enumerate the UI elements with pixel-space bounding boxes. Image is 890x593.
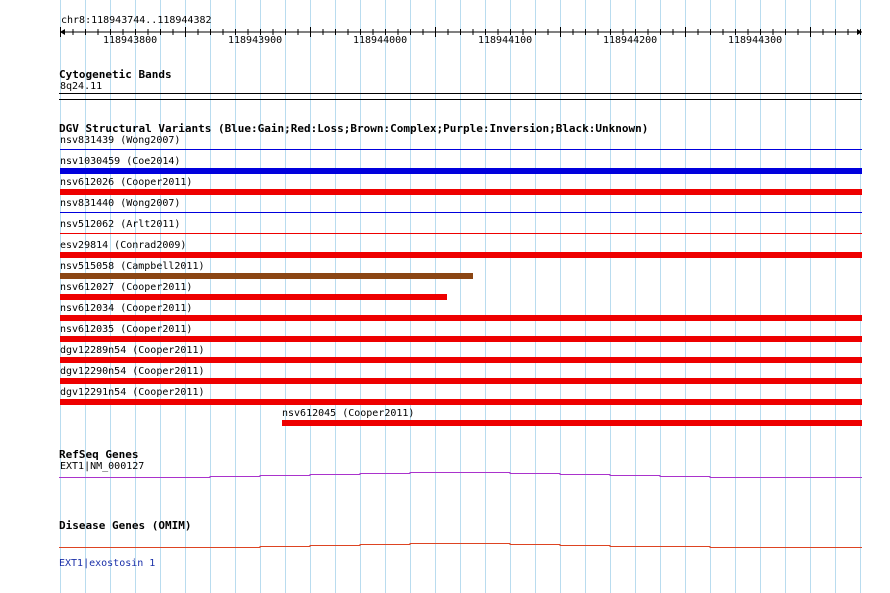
variant-bar-loss[interactable]	[60, 233, 862, 234]
variant-bar-complex[interactable]	[60, 273, 473, 279]
variant-bar-loss[interactable]	[60, 399, 862, 405]
variant-bar-gain[interactable]	[60, 149, 862, 150]
variant-bar-gain[interactable]	[60, 212, 862, 213]
omim-gene-model[interactable]	[0, 540, 890, 552]
dgv-variant-bars	[60, 149, 862, 426]
refseq-gene-model[interactable]	[0, 470, 890, 482]
variant-bar-loss[interactable]	[282, 420, 862, 426]
variant-bar-loss[interactable]	[60, 378, 862, 384]
omim-gene-link[interactable]: EXT1|exostosin 1	[59, 558, 155, 570]
variant-bar-gain[interactable]	[60, 168, 862, 174]
omim-track-title: Disease Genes (OMIM)	[59, 519, 192, 532]
variant-bar-loss[interactable]	[60, 336, 862, 342]
variant-bar-loss[interactable]	[60, 189, 862, 195]
genome-browser-view: chr8:118943744..118944382 118943800 1189…	[0, 0, 890, 593]
refseq-transcript-line[interactable]	[59, 472, 862, 478]
variant-bar-loss[interactable]	[60, 357, 862, 363]
refseq-track-title: RefSeq Genes	[59, 448, 139, 461]
variant-bar-loss[interactable]	[60, 252, 862, 258]
variant-bar-loss[interactable]	[60, 294, 447, 300]
variant-bar-loss[interactable]	[60, 315, 862, 321]
omim-gene-line[interactable]	[59, 543, 862, 548]
